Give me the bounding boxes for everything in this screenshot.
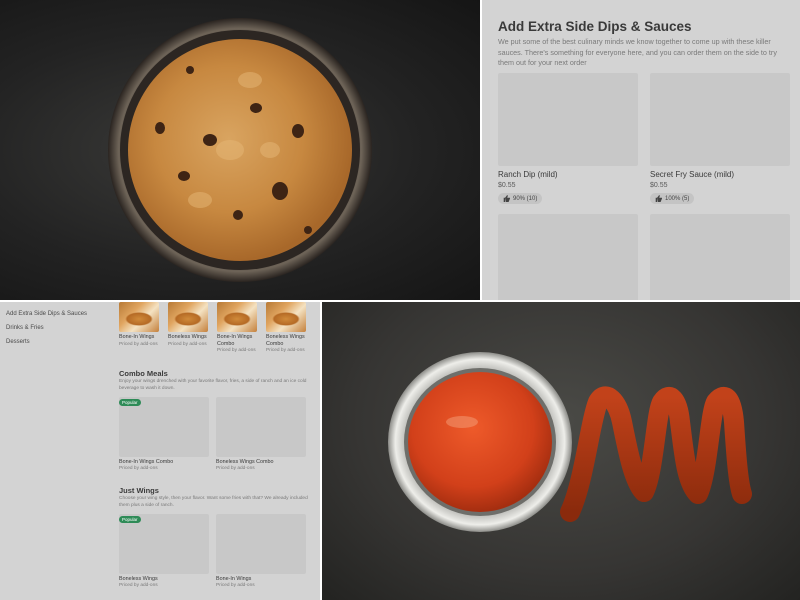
item-price-note: Priced by add-ons [216,583,255,588]
wings-image [217,302,257,332]
item-name: Boneless Wings [168,334,207,340]
wings-image [168,302,208,332]
item-price-note: Priced by add-ons [216,466,255,471]
item-price-note: Priced by add-ons [168,341,207,347]
menu-section-panel: Add Extra Side Dips & Sauces Drinks & Fr… [0,302,320,600]
category-nav-item[interactable]: Desserts [6,339,30,345]
popular-badge: Popular [119,399,141,406]
item-image-placeholder [216,514,306,574]
item-name: Ranch Dip (mild) [498,170,558,179]
section-description: We put some of the best culinary minds w… [498,37,777,68]
menu-item-thumb[interactable]: Bone-In Wings Combo Priced by add-ons [217,302,257,353]
category-nav-item[interactable]: Drinks & Fries [6,325,44,331]
menu-item-card-placeholder[interactable] [650,214,790,300]
sauce-drizzle [560,386,752,522]
cookie-skillet-image [108,18,372,282]
item-image-placeholder [498,73,638,166]
item-price: $0.55 [650,182,668,189]
item-name: Boneless Wings Combo [216,459,274,465]
item-price-note: Priced by add-ons [119,341,158,347]
rating-badge: 90% (10) [498,193,543,204]
item-price: $0.55 [498,182,516,189]
rating-text: 100% (5) [665,195,690,202]
item-price-note: Priced by add-ons [119,466,158,471]
item-price-note: Priced by add-ons [217,348,256,354]
item-image-placeholder [650,73,790,166]
menu-item-thumb[interactable]: Bone-In Wings Priced by add-ons [119,302,159,347]
item-image-placeholder: Popular [119,397,209,457]
wings-image [119,302,159,332]
section-title: Combo Meals [119,369,168,378]
menu-item-card[interactable]: Popular Bone-In Wings Combo Priced by ad… [119,397,209,471]
menu-item-card[interactable]: Bone-In Wings Priced by add-ons [216,514,306,588]
rating-badge: 100% (5) [650,193,695,204]
wings-image [266,302,306,332]
popular-badge: Popular [119,516,141,523]
menu-item-card[interactable]: Boneless Wings Combo Priced by add-ons [216,397,306,471]
section-title: Just Wings [119,486,159,495]
item-price-note: Priced by add-ons [119,583,158,588]
item-name: Secret Fry Sauce (mild) [650,170,735,179]
item-name: Bone-In Wings [216,576,252,582]
rating-text: 90% (10) [513,195,538,202]
sauce-cup-image [388,352,752,532]
sauces-section-panel: Add Extra Side Dips & Sauces We put some… [482,0,800,300]
thumbs-up-icon [503,195,510,202]
item-name: Bone-In Wings [119,334,155,340]
cookie-photo-panel [0,0,480,300]
item-name: Bone-In Wings Combo [119,459,174,465]
section-description: Enjoy your wings drenched with your favo… [119,379,307,391]
item-image-placeholder [216,397,306,457]
menu-item-card[interactable]: Popular Boneless Wings Priced by add-ons [119,514,209,588]
item-image-placeholder: Popular [119,514,209,574]
menu-item-card[interactable]: Secret Fry Sauce (mild) $0.55 100% (5) [650,73,790,207]
item-name: Bone-In Wings Combo [217,334,253,347]
menu-item-card-placeholder[interactable] [498,214,638,300]
section-description: Choose your wing style, then your flavor… [119,496,308,508]
item-price-note: Priced by add-ons [266,348,305,354]
section-title: Add Extra Side Dips & Sauces [498,19,692,34]
menu-item-card[interactable]: Ranch Dip (mild) $0.55 90% (10) [498,73,638,207]
thumbs-up-icon [655,195,662,202]
item-name: Boneless Wings [119,576,158,582]
item-name: Boneless Wings Combo [266,334,305,347]
category-nav-item[interactable]: Add Extra Side Dips & Sauces [6,311,87,317]
menu-item-thumb[interactable]: Boneless Wings Priced by add-ons [168,302,208,347]
menu-item-thumb[interactable]: Boneless Wings Combo Priced by add-ons [266,302,306,353]
sauce-photo-panel [322,302,800,600]
